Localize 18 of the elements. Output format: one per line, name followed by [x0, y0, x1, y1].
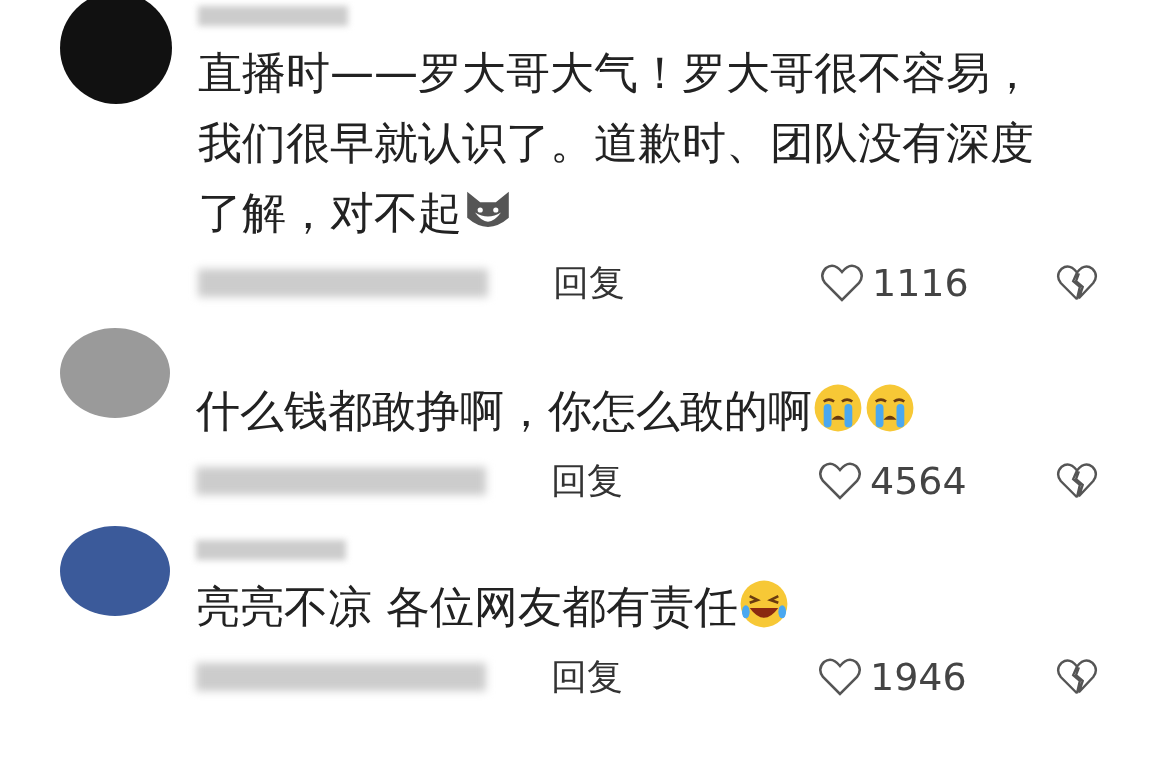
comment-text: 什么钱都敢挣啊，你怎么敢的啊 — [196, 376, 1066, 446]
reply-button[interactable]: 回复 — [551, 456, 623, 506]
laughing-face-icon — [738, 578, 790, 630]
heart-icon[interactable] — [818, 657, 862, 697]
comment-text: 直播时——罗大哥大气！罗大哥很不容易，我们很早就认识了。道歉时、团队没有深度了解，对不起 — [198, 46, 1035, 240]
comment-text: 亮亮不凉 各位网友都有责任 — [196, 572, 1066, 642]
heart-icon[interactable] — [820, 263, 864, 303]
reply-button[interactable]: 回复 — [553, 258, 625, 308]
heart-icon[interactable] — [818, 461, 862, 501]
broken-heart-icon[interactable] — [1056, 263, 1098, 303]
broken-heart-icon[interactable] — [1056, 461, 1098, 501]
like-count: 1116 — [872, 261, 969, 305]
like-count: 4564 — [870, 459, 967, 503]
reply-button[interactable]: 回复 — [551, 652, 623, 702]
crying-face-icon — [864, 382, 916, 434]
like-count: 1946 — [870, 655, 967, 699]
broken-heart-icon[interactable] — [1056, 657, 1098, 697]
crying-face-icon — [812, 382, 864, 434]
